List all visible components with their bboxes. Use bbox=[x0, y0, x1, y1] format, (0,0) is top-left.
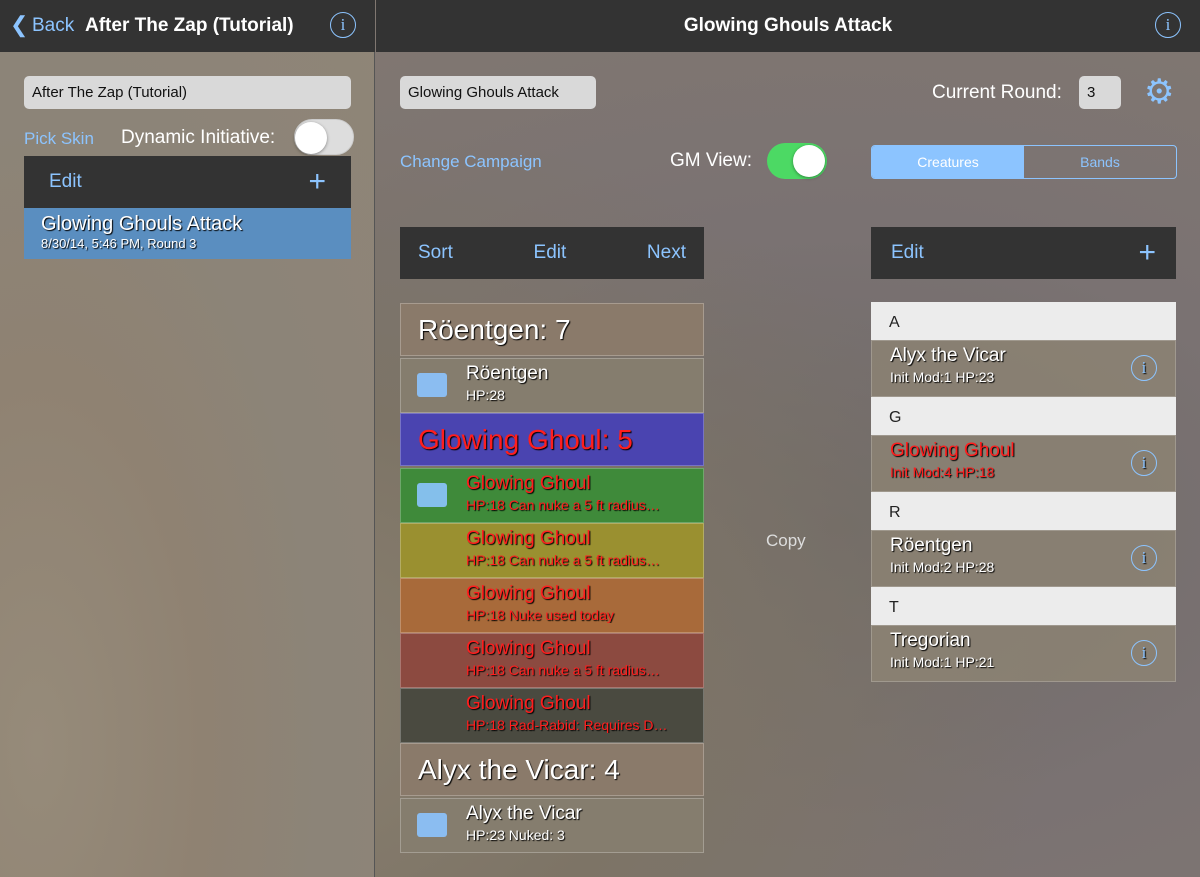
initiative-row[interactable]: Glowing Ghoul HP:18 Can nuke a 5 ft radi… bbox=[400, 523, 704, 578]
edit-button[interactable]: Edit bbox=[534, 242, 567, 264]
combatant-name: Glowing Ghoul bbox=[466, 528, 591, 549]
creature-name: Röentgen bbox=[890, 535, 973, 556]
info-icon[interactable]: i bbox=[1131, 355, 1157, 381]
gm-view-toggle[interactable] bbox=[767, 143, 827, 179]
dynamic-initiative-label: Dynamic Initiative: bbox=[121, 127, 276, 148]
tab-bands[interactable]: Bands bbox=[1024, 146, 1176, 178]
combatant-detail: HP:18 Can nuke a 5 ft radius… bbox=[466, 497, 660, 513]
main-title: Glowing Ghouls Attack bbox=[683, 15, 893, 36]
section-header: A bbox=[871, 302, 1176, 340]
dynamic-initiative-toggle[interactable] bbox=[294, 119, 354, 155]
campaign-panel: ❮ Back After The Zap (Tutorial) i After … bbox=[0, 0, 375, 877]
edit-button[interactable]: Edit bbox=[49, 171, 82, 193]
combatant-name: Glowing Ghoul bbox=[466, 693, 591, 714]
nav-title: After The Zap (Tutorial) bbox=[85, 15, 294, 36]
stat-card-icon bbox=[417, 813, 447, 837]
combatant-detail: HP:18 Can nuke a 5 ft radius… bbox=[466, 552, 660, 568]
initiative-row[interactable]: Röentgen HP:28 bbox=[400, 358, 704, 413]
combatant-detail: HP:18 Rad-Rabid: Requires D… bbox=[466, 717, 668, 733]
creature-row[interactable]: Tregorian Init Mod:1 HP:21 i bbox=[871, 625, 1176, 682]
combatant-name: Alyx the Vicar bbox=[466, 803, 582, 824]
sort-button[interactable]: Sort bbox=[418, 242, 453, 264]
campaign-name-input[interactable]: After The Zap (Tutorial) bbox=[24, 76, 351, 109]
combatant-detail: HP:18 Can nuke a 5 ft radius… bbox=[466, 662, 660, 678]
creature-name: Alyx the Vicar bbox=[890, 345, 1006, 366]
info-icon[interactable]: i bbox=[1131, 450, 1157, 476]
initiative-row[interactable]: Glowing Ghoul HP:18 Can nuke a 5 ft radi… bbox=[400, 468, 704, 523]
pick-skin-link[interactable]: Pick Skin bbox=[24, 129, 94, 149]
current-round-input[interactable]: 3 bbox=[1079, 76, 1121, 109]
section-header: R bbox=[871, 492, 1176, 530]
tab-creatures[interactable]: Creatures bbox=[872, 146, 1024, 178]
encounter-name-input[interactable]: Glowing Ghouls Attack bbox=[400, 76, 596, 109]
gear-icon[interactable]: ⚙ bbox=[1144, 72, 1174, 112]
add-icon[interactable]: + bbox=[1138, 236, 1156, 270]
initiative-row[interactable]: Glowing Ghoul HP:18 Nuke used today bbox=[400, 578, 704, 633]
initiative-row[interactable]: Glowing Ghoul HP:18 Can nuke a 5 ft radi… bbox=[400, 633, 704, 688]
creature-row[interactable]: Alyx the Vicar Init Mod:1 HP:23 i bbox=[871, 340, 1176, 397]
creature-detail: Init Mod:1 HP:23 bbox=[890, 369, 995, 385]
creature-row[interactable]: Röentgen Init Mod:2 HP:28 i bbox=[871, 530, 1176, 587]
combatant-name: Röentgen bbox=[466, 363, 549, 384]
creature-detail: Init Mod:4 HP:18 bbox=[890, 464, 995, 480]
encounter-name: Glowing Ghouls Attack bbox=[41, 213, 243, 235]
initiative-row[interactable]: Glowing Ghoul HP:18 Rad-Rabid: Requires … bbox=[400, 688, 704, 743]
combatant-detail: HP:23 Nuked: 3 bbox=[466, 827, 565, 843]
main-nav-bar: Glowing Ghouls Attack i bbox=[376, 0, 1200, 52]
combatant-name: Glowing Ghoul bbox=[466, 473, 591, 494]
combatant-name: Glowing Ghoul bbox=[466, 638, 591, 659]
stat-card-icon bbox=[417, 373, 447, 397]
edit-button[interactable]: Edit bbox=[891, 242, 924, 264]
add-icon[interactable]: + bbox=[308, 165, 326, 199]
back-chevron-icon[interactable]: ❮ bbox=[10, 12, 28, 38]
section-header: G bbox=[871, 397, 1176, 435]
section-header: T bbox=[871, 587, 1176, 625]
initiative-toolbar: Sort Edit Next bbox=[400, 227, 704, 279]
creature-row[interactable]: Glowing Ghoul Init Mod:4 HP:18 i bbox=[871, 435, 1176, 492]
creature-name: Glowing Ghoul bbox=[890, 440, 1015, 461]
segmented-control: Creatures Bands bbox=[871, 145, 1177, 179]
info-icon[interactable]: i bbox=[1155, 12, 1181, 38]
info-icon[interactable]: i bbox=[1131, 545, 1157, 571]
initiative-row[interactable]: Alyx the Vicar HP:23 Nuked: 3 bbox=[400, 798, 704, 853]
combatant-name: Glowing Ghoul bbox=[466, 583, 591, 604]
current-round-label: Current Round: bbox=[932, 82, 1062, 103]
creature-detail: Init Mod:2 HP:28 bbox=[890, 559, 995, 575]
info-icon[interactable]: i bbox=[1131, 640, 1157, 666]
back-button[interactable]: Back bbox=[32, 15, 74, 37]
nav-bar: ❮ Back After The Zap (Tutorial) i bbox=[0, 0, 375, 52]
change-campaign-link[interactable]: Change Campaign bbox=[400, 152, 542, 172]
initiative-group-header[interactable]: Glowing Ghoul: 5 bbox=[400, 413, 704, 466]
gm-view-label: GM View: bbox=[670, 150, 753, 171]
initiative-group-header[interactable]: Alyx the Vicar: 4 bbox=[400, 743, 704, 796]
copy-label[interactable]: Copy bbox=[766, 531, 806, 551]
encounter-list-item[interactable]: Glowing Ghouls Attack 8/30/14, 5:46 PM, … bbox=[24, 208, 351, 259]
combatant-detail: HP:28 bbox=[466, 387, 505, 403]
encounter-toolbar: Edit + bbox=[24, 156, 351, 208]
creature-detail: Init Mod:1 HP:21 bbox=[890, 654, 995, 670]
combatant-detail: HP:18 Nuke used today bbox=[466, 607, 614, 623]
eye-icon bbox=[417, 483, 447, 507]
encounter-detail: 8/30/14, 5:46 PM, Round 3 bbox=[41, 236, 197, 251]
initiative-group-header[interactable]: Röentgen: 7 bbox=[400, 303, 704, 356]
next-button[interactable]: Next bbox=[647, 242, 686, 264]
creature-name: Tregorian bbox=[890, 630, 971, 651]
info-icon[interactable]: i bbox=[330, 12, 356, 38]
creatures-toolbar: Edit + bbox=[871, 227, 1176, 279]
